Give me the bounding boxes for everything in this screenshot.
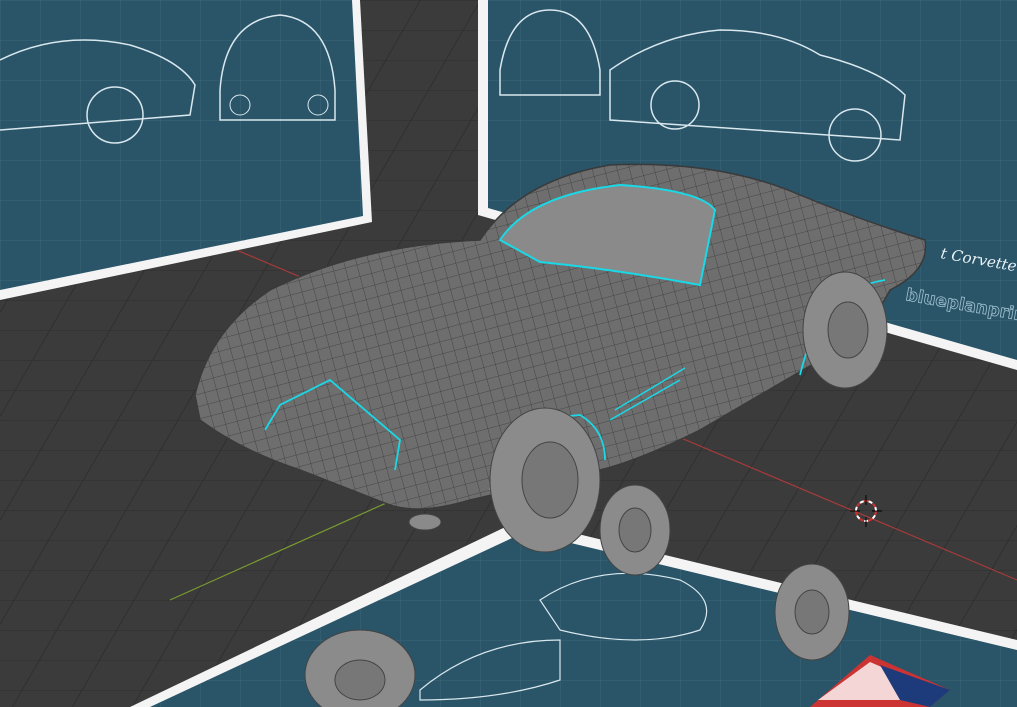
wheel-rear [802, 271, 888, 389]
3d-viewport[interactable]: t Corvette Sting Ray blueplanprints [0, 0, 1017, 707]
viewport-scene: t Corvette Sting Ray blueplanprints [0, 0, 1017, 707]
exhaust [408, 513, 442, 531]
wheel-front [489, 407, 601, 553]
